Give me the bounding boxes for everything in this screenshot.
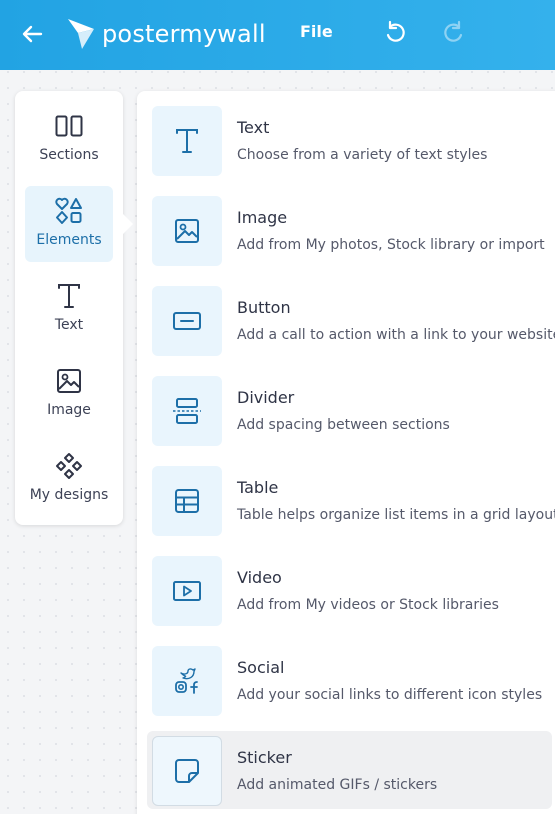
element-title: Sticker <box>237 748 292 767</box>
element-title: Social <box>237 658 285 677</box>
element-title: Divider <box>237 388 295 407</box>
element-item-video[interactable]: Video Add from My videos or Stock librar… <box>147 551 552 629</box>
element-description: Add animated GIFs / stickers <box>237 777 438 793</box>
element-description: Add from My videos or Stock libraries <box>237 597 499 613</box>
element-description: Table helps organize list items in a gri… <box>237 507 555 523</box>
logo-text: postermywall <box>102 20 266 48</box>
button-icon <box>152 286 222 356</box>
elements-icon <box>54 196 84 226</box>
sticker-icon <box>152 736 222 806</box>
divider-icon <box>152 376 222 446</box>
element-description: Add a call to action with a link to your… <box>237 327 555 343</box>
element-item-divider[interactable]: Divider Add spacing between sections <box>147 371 552 449</box>
element-description: Add from My photos, Stock library or imp… <box>237 237 545 253</box>
image-icon <box>54 366 84 396</box>
element-item-social[interactable]: Social Add your social links to differen… <box>147 641 552 719</box>
rail-item-label: My designs <box>29 487 109 503</box>
element-item-button[interactable]: Button Add a call to action with a link … <box>147 281 555 359</box>
element-title: Button <box>237 298 291 317</box>
element-title: Video <box>237 568 282 587</box>
rail-item-label: Image <box>47 402 91 418</box>
elements-panel: Text Choose from a variety of text style… <box>137 91 555 814</box>
back-arrow-icon[interactable] <box>18 20 46 48</box>
undo-icon[interactable] <box>382 20 408 46</box>
top-bar: postermywall File <box>0 0 555 70</box>
rail-item-label: Text <box>54 317 84 333</box>
rail-item-my-designs[interactable]: My designs <box>25 441 113 517</box>
redo-icon[interactable] <box>441 20 467 46</box>
rail-item-sections[interactable]: Sections <box>25 101 113 177</box>
element-title: Table <box>237 478 279 497</box>
social-icon <box>152 646 222 716</box>
rail-item-label: Elements <box>36 232 102 248</box>
left-rail: Sections Elements Text Image My designs <box>15 91 123 525</box>
file-menu-button[interactable]: File <box>300 22 333 41</box>
rail-item-text[interactable]: Text <box>25 271 113 347</box>
element-description: Choose from a variety of text styles <box>237 147 488 163</box>
postermywall-logo-mark-icon <box>68 19 94 49</box>
element-description: Add spacing between sections <box>237 417 450 433</box>
image-icon <box>152 196 222 266</box>
postermywall-logo[interactable]: postermywall <box>66 16 266 52</box>
element-description: Add your social links to different icon … <box>237 687 543 703</box>
element-item-table[interactable]: Table Table helps organize list items in… <box>147 461 555 539</box>
element-item-image[interactable]: Image Add from My photos, Stock library … <box>147 191 552 269</box>
rail-item-label: Sections <box>39 147 99 163</box>
rail-item-elements[interactable]: Elements <box>25 186 113 262</box>
video-icon <box>152 556 222 626</box>
active-pointer-arrow <box>123 214 133 234</box>
element-item-sticker[interactable]: Sticker Add animated GIFs / stickers <box>147 731 552 809</box>
element-title: Image <box>237 208 288 227</box>
text-icon <box>54 281 84 311</box>
table-icon <box>152 466 222 536</box>
element-item-text[interactable]: Text Choose from a variety of text style… <box>147 101 552 179</box>
text-icon <box>152 106 222 176</box>
element-title: Text <box>237 118 270 137</box>
my-designs-icon <box>54 451 84 481</box>
rail-item-image[interactable]: Image <box>25 356 113 432</box>
sections-icon <box>54 111 84 141</box>
